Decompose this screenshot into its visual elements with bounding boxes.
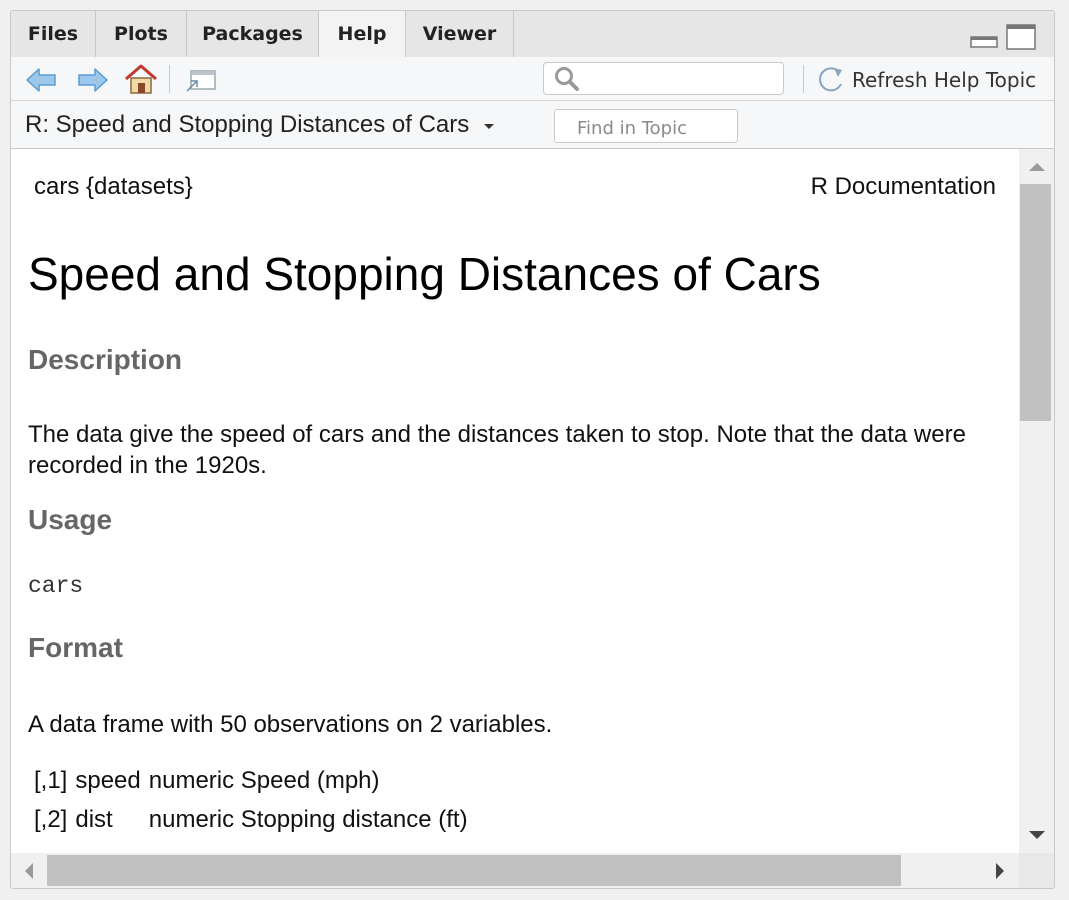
help-search-input[interactable] (582, 67, 782, 93)
refresh-icon (819, 67, 842, 92)
scroll-up-arrow-icon[interactable] (1029, 163, 1045, 171)
horizontal-scrollbar[interactable] (11, 853, 1019, 888)
forward-arrow-icon (78, 68, 108, 92)
popout-button[interactable] (185, 67, 217, 98)
topic-bar: R: Speed and Stopping Distances of Cars (11, 101, 1054, 149)
tab-bar: Files Plots Packages Help Viewer (11, 11, 1054, 58)
format-table: [,1] speed numeric Speed (mph) [,2] dist… (34, 761, 476, 839)
help-content: cars {datasets} R Documentation Speed an… (11, 149, 1019, 853)
tab-viewer[interactable]: Viewer (406, 11, 514, 57)
help-search-field[interactable] (543, 62, 784, 95)
tab-packages[interactable]: Packages (187, 11, 319, 57)
doc-title: Speed and Stopping Distances of Cars (28, 248, 821, 300)
refresh-help-topic-label[interactable]: Refresh Help Topic (852, 68, 1036, 92)
maximize-icon (1006, 24, 1036, 50)
minimize-icon (970, 36, 998, 48)
tab-plots[interactable]: Plots (96, 11, 187, 57)
toolbar-separator (169, 65, 170, 93)
description-heading: Description (28, 344, 183, 375)
format-row-index: [,2] (34, 805, 68, 833)
maximize-pane-button[interactable] (1006, 24, 1036, 50)
minimize-pane-button[interactable] (970, 35, 998, 48)
find-in-topic-field[interactable] (554, 109, 738, 143)
help-toolbar: Refresh Help Topic (11, 57, 1054, 101)
format-row-desc: numeric Stopping distance (ft) (148, 805, 468, 833)
forward-button[interactable] (77, 67, 109, 98)
format-row-desc: numeric Speed (mph) (148, 766, 380, 794)
scroll-right-arrow-icon[interactable] (996, 863, 1004, 879)
scroll-down-arrow-icon[interactable] (1029, 831, 1045, 839)
table-row: [,1] speed numeric Speed (mph) (34, 761, 476, 800)
search-icon (555, 67, 579, 91)
scroll-left-arrow-icon[interactable] (25, 863, 33, 879)
description-text: The data give the speed of cars and the … (28, 421, 966, 479)
tab-help[interactable]: Help (319, 11, 406, 58)
help-pane: Files Plots Packages Help Viewer Refresh… (10, 10, 1055, 889)
find-in-topic-input[interactable] (575, 115, 737, 141)
usage-heading: Usage (28, 504, 113, 535)
home-button[interactable] (123, 63, 159, 100)
format-heading: Format (28, 632, 123, 663)
back-button[interactable] (25, 67, 57, 98)
topic-label: R: Speed and Stopping Distances of Cars (25, 111, 470, 138)
back-arrow-icon (26, 68, 56, 92)
table-row: [,2] dist numeric Stopping distance (ft) (34, 800, 476, 839)
scrollbar-corner (1019, 853, 1054, 888)
vertical-scroll-thumb[interactable] (1020, 184, 1051, 421)
doc-r-documentation-label: R Documentation (810, 173, 996, 200)
usage-code: cars (28, 573, 84, 599)
tab-files[interactable]: Files (11, 11, 96, 57)
toolbar-separator (803, 65, 804, 93)
format-text: A data frame with 50 observations on 2 v… (28, 711, 553, 738)
topic-dropdown[interactable]: R: Speed and Stopping Distances of Cars (25, 111, 496, 139)
vertical-scrollbar[interactable] (1019, 149, 1054, 853)
refresh-button[interactable] (816, 64, 846, 99)
horizontal-scroll-thumb[interactable] (47, 855, 901, 886)
doc-package-label: cars {datasets} (34, 173, 193, 200)
format-row-name: speed (75, 766, 141, 794)
popout-icon (186, 70, 216, 92)
home-icon (125, 64, 157, 94)
format-row-name: dist (75, 805, 113, 833)
format-row-index: [,1] (34, 766, 68, 794)
chevron-down-icon (483, 123, 494, 129)
